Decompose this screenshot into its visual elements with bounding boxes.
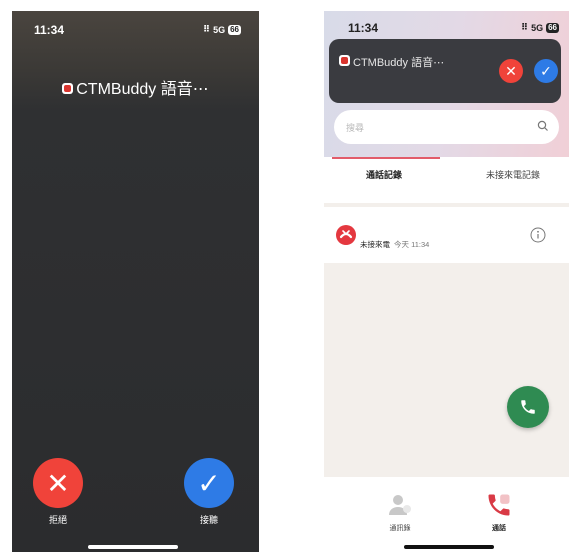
- nav-calls-label: 通話: [492, 525, 506, 532]
- battery-icon: 66: [546, 22, 559, 33]
- contacts-icon: [389, 495, 411, 515]
- caller-label: CTMBuddy 語音⋯: [76, 81, 209, 98]
- decline-button[interactable]: ✕: [33, 458, 83, 508]
- tab-missed-calls[interactable]: 未接來電記錄: [486, 168, 540, 181]
- nav-contacts[interactable]: 通訊錄: [380, 487, 420, 543]
- incoming-call-banner[interactable]: CTMBuddy 語音⋯ ✕ ✓: [329, 39, 561, 103]
- check-icon: ✓: [197, 467, 221, 499]
- phone-icon: [521, 400, 535, 414]
- bottom-nav: 通訊錄 通話: [324, 477, 569, 552]
- nav-contacts-label: 通訊錄: [389, 525, 411, 532]
- tab-bar: 通話記錄 未接來電記錄: [324, 157, 569, 203]
- dial-button[interactable]: [507, 386, 549, 428]
- network-type: 5G: [213, 24, 226, 35]
- info-icon[interactable]: [530, 227, 546, 243]
- home-indicator[interactable]: [404, 545, 494, 549]
- banner-accept-button[interactable]: ✓: [534, 59, 558, 83]
- incoming-call-screen: 11:34 ⠿ 5G 66 CTMBuddy 語音⋯ ✕ 拒絕 ✓ 接聽: [12, 11, 259, 552]
- caller-name: CTMBuddy 語音⋯: [12, 75, 259, 99]
- status-indicators: ⠿ 5G 66: [203, 24, 241, 35]
- banner-caller: CTMBuddy 語音⋯: [353, 57, 445, 69]
- phone-icon: [488, 494, 510, 516]
- signal-icon: ⠿: [203, 24, 211, 34]
- close-icon: ✕: [46, 467, 70, 499]
- status-time: 11:34: [34, 23, 65, 37]
- home-indicator[interactable]: [88, 545, 178, 549]
- list-item[interactable]: 未接來電 今天 11:34: [324, 207, 569, 263]
- battery-icon: 66: [228, 24, 241, 35]
- status-time: 11:34: [348, 21, 379, 35]
- banner-decline-button[interactable]: ✕: [499, 59, 523, 83]
- search-input[interactable]: 搜尋: [334, 110, 559, 144]
- accept-label: 接聽: [199, 515, 218, 525]
- search-placeholder: 搜尋: [346, 123, 365, 133]
- close-icon: ✕: [505, 62, 517, 79]
- app-icon: [62, 83, 74, 94]
- search-icon[interactable]: [537, 120, 549, 132]
- accept-button[interactable]: ✓: [184, 458, 234, 508]
- status-indicators: ⠿ 5G 66: [521, 22, 559, 33]
- call-time: 今天 11:34: [394, 240, 430, 249]
- signal-icon: ⠿: [521, 22, 529, 32]
- active-tab-indicator: [332, 157, 440, 159]
- decline-label: 拒絕: [48, 515, 67, 525]
- nav-calls[interactable]: 通話: [479, 487, 519, 543]
- call-status: 未接來電: [360, 240, 390, 249]
- banner-title: CTMBuddy 語音⋯: [339, 54, 444, 70]
- check-icon: ✓: [540, 62, 552, 79]
- call-entry-text: 未接來電 今天 11:34: [360, 239, 429, 250]
- tab-call-history[interactable]: 通話記錄: [366, 168, 402, 181]
- call-log-screen: 11:34 ⠿ 5G 66 CTMBuddy 語音⋯ ✕ ✓ 搜尋 通話記錄 未…: [324, 11, 569, 552]
- app-icon: [339, 55, 350, 66]
- network-type: 5G: [531, 22, 544, 33]
- missed-call-icon: [336, 225, 356, 245]
